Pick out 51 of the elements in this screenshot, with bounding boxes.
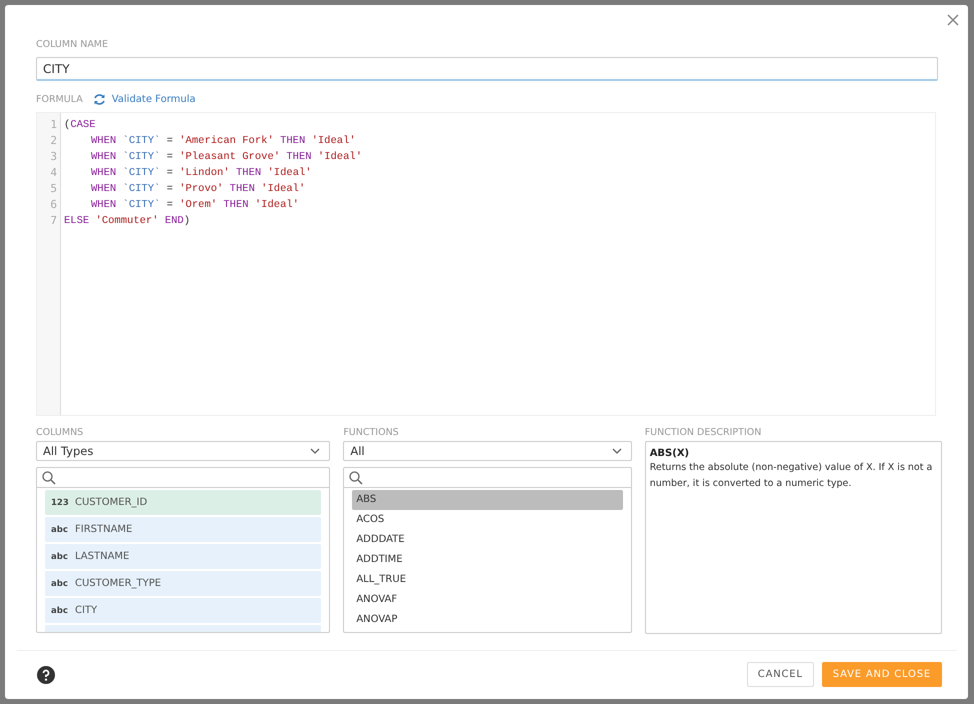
line-number: 1 (49, 117, 58, 133)
line-number: 2 (49, 133, 58, 149)
column-name-input[interactable]: CITY (36, 57, 938, 81)
column-item[interactable]: abc CUSTOMER_TYPE (45, 571, 322, 596)
column-item[interactable]: abc CITY (45, 598, 322, 623)
type-label: abc (51, 552, 69, 562)
section-label: FUNCTIONS (343, 427, 400, 438)
field-label: COLUMN NAME (36, 39, 110, 50)
help-icon[interactable] (37, 666, 55, 684)
search-icon (42, 470, 56, 484)
cancel-button[interactable]: CANCEL (746, 662, 814, 687)
chevron-down-icon (310, 448, 320, 454)
type-label: 123 (51, 498, 69, 508)
type-label: abc (51, 606, 69, 616)
code-editor[interactable] (36, 112, 936, 416)
column-item[interactable]: abc LASTNAME (45, 544, 322, 569)
filter-dropdown[interactable]: All Types (36, 441, 330, 461)
line-number: 3 (49, 149, 58, 165)
chevron-down-icon (612, 448, 622, 454)
function-item[interactable]: ANOVAF (352, 590, 623, 610)
function-item[interactable]: ADDDATE (352, 530, 623, 550)
close-icon[interactable] (947, 14, 959, 26)
filter-dropdown[interactable]: All (343, 441, 632, 461)
column-item[interactable]: abc FIRSTNAME (45, 517, 322, 542)
function-item[interactable]: ANOVAP (352, 610, 623, 630)
field-label: FORMULA (36, 94, 83, 105)
section-label: COLUMNS (36, 427, 84, 438)
refresh-icon (92, 93, 106, 106)
type-label: abc (51, 524, 69, 534)
column-item[interactable]: 123 CUSTOMER_ID (45, 490, 322, 515)
code-line: WHEN `CITY` = 'Provo' THEN 'Ideal' (90, 182, 306, 197)
section-label: FUNCTION DESCRIPTION (644, 427, 762, 438)
line-number: 5 (49, 181, 58, 197)
validate-formula-link[interactable]: Validate Formula (92, 93, 196, 106)
code-line: WHEN `CITY` = 'Orem' THEN 'Ideal' (90, 198, 300, 213)
function-description: Returns the absolute (non-negative) value of X. If X is not a number, it is converted to a numeric type. (650, 461, 934, 491)
function-item[interactable]: ADDTIME (352, 550, 623, 570)
type-label: abc (51, 578, 69, 588)
code-line: WHEN `CITY` = 'American Fork' THEN 'Ideal' (90, 134, 357, 149)
code-line: WHEN `CITY` = 'Lindon' THEN 'Ideal' (90, 166, 313, 181)
function-item[interactable]: ABS (352, 490, 623, 510)
code-line: ELSE 'Commuter' END) (64, 214, 192, 229)
line-number: 7 (49, 213, 58, 229)
line-number: 6 (49, 197, 58, 213)
line-number: 4 (49, 165, 58, 181)
function-signature: ABS(X) (650, 448, 690, 459)
search-icon (349, 470, 364, 484)
code-line: WHEN `CITY` = 'Pleasant Grove' THEN 'Ideal' (90, 150, 362, 165)
function-item[interactable]: ACOS (352, 510, 623, 530)
function-item[interactable]: ALL_TRUE (352, 570, 623, 590)
code-line: (CASE (64, 118, 97, 133)
